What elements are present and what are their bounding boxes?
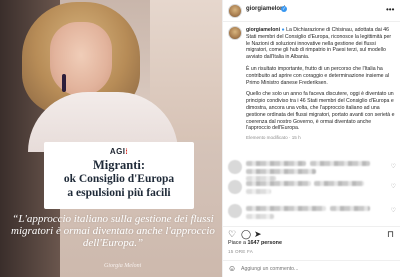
caption-paragraph-3: Quello che solo un anno fa faceva discut… — [246, 91, 395, 132]
comment-avatar — [228, 180, 242, 194]
comment-item: ♡ — [228, 178, 398, 202]
comment-text-blurred — [246, 181, 311, 186]
comment-item: ♡ — [228, 202, 398, 226]
more-horizontal-icon[interactable]: ••• — [386, 5, 394, 14]
post-panel: giorgiameloni ✓ ••• giorgiameloni ● La D… — [222, 0, 400, 277]
agi-logo: AGI⁞ — [44, 146, 194, 157]
brooch — [62, 74, 66, 92]
comment-meta-blurred — [246, 189, 271, 194]
comment-meta-blurred — [246, 214, 274, 219]
bookmark-icon[interactable]: ⊓ — [387, 229, 394, 239]
comment-text-blurred — [310, 161, 370, 166]
heart-icon[interactable]: ♡ — [228, 229, 236, 239]
likes-count[interactable]: 1647 persone — [247, 240, 281, 246]
comment-text-blurred — [314, 181, 364, 186]
caption-username[interactable]: giorgiameloni — [246, 27, 280, 33]
headline-card: AGI⁞ Migranti: ok Consiglio d'Europa a e… — [44, 142, 194, 209]
headline-line-1: Migranti: — [92, 158, 146, 172]
comment-heart-icon[interactable]: ♡ — [391, 207, 396, 214]
action-bar: ♡ ◯ ➤ ⊓ — [223, 226, 400, 240]
likes-label: Piace a — [228, 240, 246, 246]
portrait-face — [50, 22, 112, 96]
likes-summary[interactable]: Piace a 1647 persone — [228, 240, 282, 246]
image-quote: “L'approccio italiano sulla gestione dei… — [11, 213, 215, 249]
signature: Giorgia Meloni — [104, 263, 142, 269]
comment-icon[interactable]: ◯ — [241, 229, 251, 239]
post-date: 15 ORE FA — [228, 249, 254, 254]
headline-line-3: a espulsioni più facili — [67, 187, 171, 199]
add-comment-bar: ☺ — [223, 260, 400, 277]
emoji-icon[interactable]: ☺ — [228, 264, 236, 273]
caption-verified-icon: ● — [281, 27, 285, 33]
agi-logo-text: AGI — [109, 147, 126, 156]
header-username[interactable]: giorgiameloni — [246, 6, 285, 12]
comment-text-blurred — [246, 161, 306, 166]
comment-avatar — [228, 160, 242, 174]
caption-avatar[interactable] — [228, 26, 242, 40]
comment-text-blurred — [246, 206, 326, 211]
comment-text-blurred — [246, 169, 316, 174]
caption-paragraph-2: È un risultato importante, frutto di un … — [246, 65, 390, 86]
comment-input[interactable] — [241, 264, 371, 274]
comment-heart-icon[interactable]: ♡ — [391, 163, 396, 170]
agi-logo-mark: ⁞ — [125, 149, 129, 156]
post-image[interactable]: AGI⁞ Migranti: ok Consiglio d'Europa a e… — [0, 0, 222, 277]
post-header: giorgiameloni ✓ ••• — [223, 0, 400, 22]
avatar[interactable] — [228, 4, 242, 18]
caption-meta: Elemento modificato · 15 h — [246, 135, 301, 141]
comment-avatar — [228, 204, 242, 218]
headline-line-2: ok Consiglio d'Europa — [63, 173, 175, 185]
comment-text-blurred — [330, 206, 370, 211]
caption-text: giorgiameloni ● La Dichiarazione di Chis… — [246, 27, 396, 142]
verified-badge-icon: ✓ — [281, 6, 287, 12]
share-icon[interactable]: ➤ — [254, 229, 262, 239]
comment-heart-icon[interactable]: ♡ — [391, 183, 396, 190]
